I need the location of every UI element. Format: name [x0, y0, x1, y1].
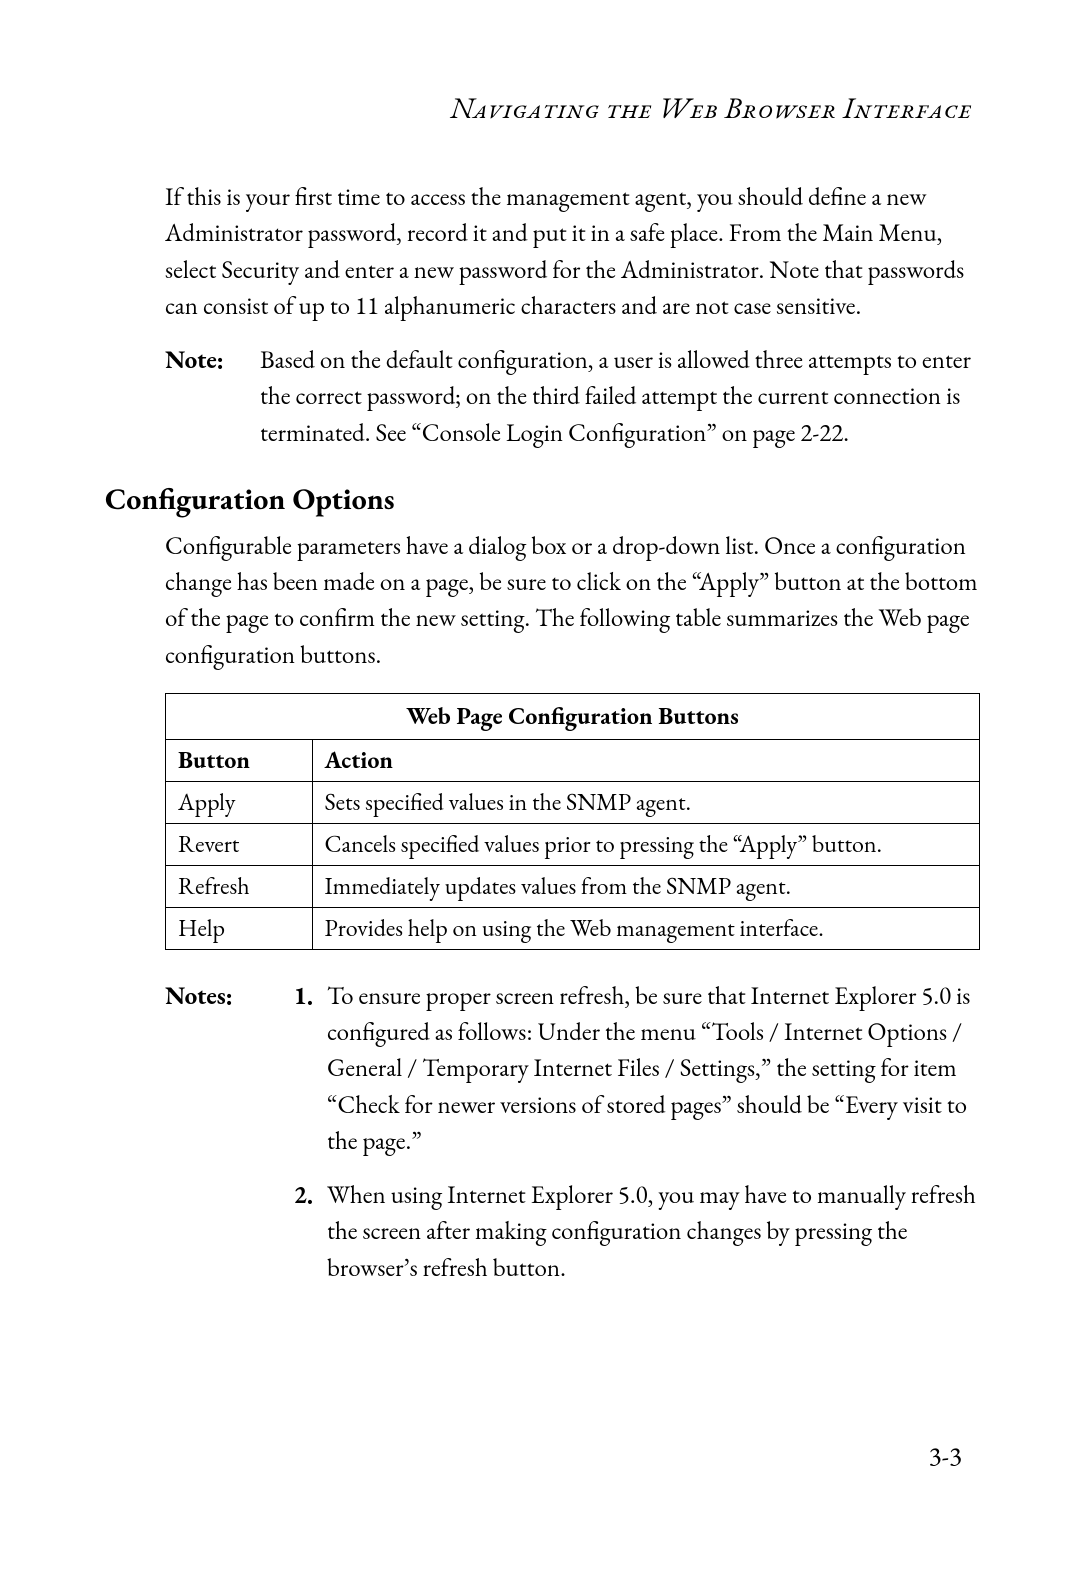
- cell-button: Help: [166, 907, 313, 949]
- table-row: Revert Cancels specified values prior to…: [166, 823, 980, 865]
- table-header-button: Button: [166, 739, 313, 781]
- note-body: Based on the default configuration, a us…: [260, 342, 980, 451]
- cell-action: Provides help on using the Web managemen…: [312, 907, 979, 949]
- page-number: 3-3: [929, 1439, 962, 1474]
- intro-paragraph: If this is your first time to access the…: [165, 179, 980, 324]
- table-row: Apply Sets specified values in the SNMP …: [166, 781, 980, 823]
- cell-action: Cancels specified values prior to pressi…: [312, 823, 979, 865]
- cell-button: Refresh: [166, 865, 313, 907]
- note-block: Note: Based on the default configuration…: [165, 342, 980, 451]
- table-caption: Web Page Configuration Buttons: [166, 693, 980, 739]
- notes-label: Notes:: [165, 978, 273, 1304]
- notes-item-number: 2.: [273, 1177, 327, 1286]
- section-paragraph: Configurable parameters have a dialog bo…: [165, 528, 980, 673]
- table-header-action: Action: [312, 739, 979, 781]
- section-heading: Configuration Options: [105, 479, 980, 518]
- notes-item-text: When using Internet Explorer 5.0, you ma…: [327, 1177, 980, 1286]
- cell-button: Revert: [166, 823, 313, 865]
- config-buttons-table: Web Page Configuration Buttons Button Ac…: [165, 693, 980, 950]
- cell-action: Sets specified values in the SNMP agent.: [312, 781, 979, 823]
- cell-button: Apply: [166, 781, 313, 823]
- notes-block: Notes: 1. To ensure proper screen refres…: [165, 978, 980, 1304]
- table-row: Refresh Immediately updates values from …: [166, 865, 980, 907]
- running-head: Navigating the Web Browser Interface: [105, 88, 980, 127]
- note-label: Note:: [165, 342, 260, 451]
- table-row: Help Provides help on using the Web mana…: [166, 907, 980, 949]
- notes-item: 2. When using Internet Explorer 5.0, you…: [273, 1177, 980, 1286]
- cell-action: Immediately updates values from the SNMP…: [312, 865, 979, 907]
- notes-item-text: To ensure proper screen refresh, be sure…: [327, 978, 980, 1159]
- notes-item-number: 1.: [273, 978, 327, 1159]
- notes-item: 1. To ensure proper screen refresh, be s…: [273, 978, 980, 1159]
